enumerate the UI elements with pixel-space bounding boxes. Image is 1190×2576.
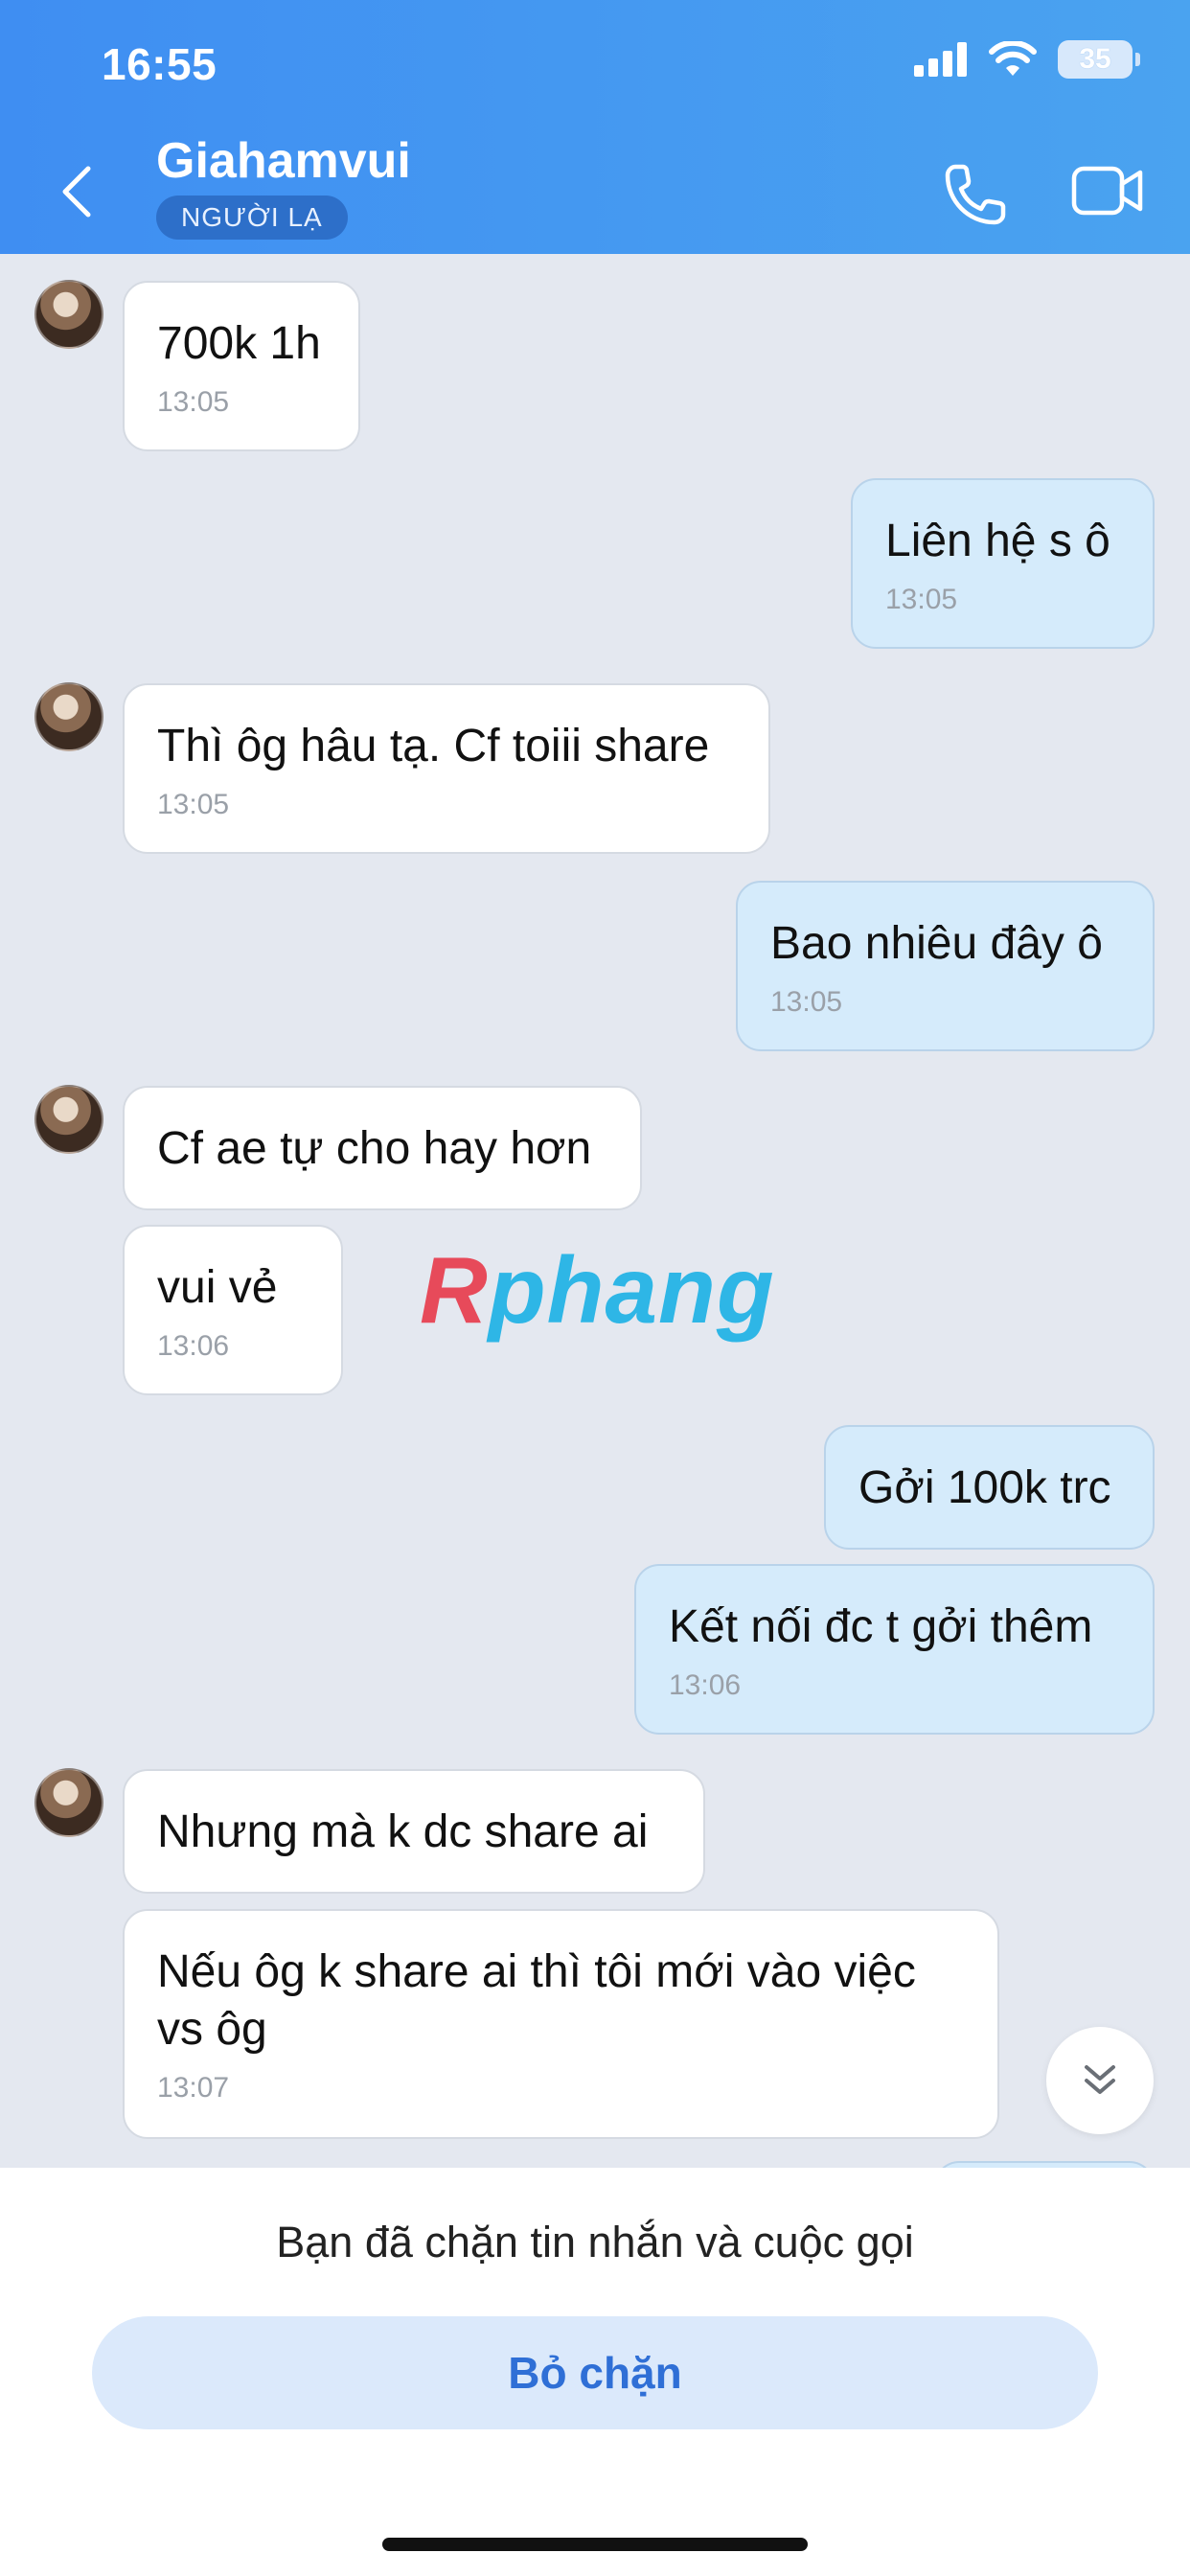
message-incoming[interactable]: vui vẻ 13:06	[123, 1225, 343, 1395]
message-outgoing[interactable]: Gởi 100k trc	[824, 1425, 1155, 1550]
message-list[interactable]: 700k 1h 13:05 Liên hệ s ô 13:05 Thì ôg h…	[0, 254, 1190, 2168]
message-text: vui vẻ	[157, 1262, 278, 1313]
video-camera-icon	[1071, 166, 1143, 216]
phone-icon	[945, 164, 1006, 225]
status-icons: 35	[914, 40, 1140, 79]
message-incoming[interactable]: Thì ôg hâu tạ. Cf toiii share 13:05	[123, 683, 770, 854]
message-outgoing[interactable]: Liên hệ s ô 13:05	[851, 478, 1155, 649]
signal-icon	[914, 42, 967, 77]
message-outgoing[interactable]: Kết nối đc t gởi thêm 13:06	[634, 1564, 1155, 1735]
blocked-notice: Bạn đã chặn tin nhắn và cuộc gọi	[276, 2218, 914, 2266]
message-time: 13:07	[157, 2072, 230, 2104]
watermark-letter: R	[420, 1237, 489, 1343]
watermark-text: phang	[488, 1237, 775, 1343]
watermark: Rphang	[420, 1236, 775, 1345]
message-text: Kết nối đc t gởi thêm	[669, 1601, 1093, 1652]
message-time: 13:06	[157, 1330, 230, 1362]
message-text: Cf ae tự cho hay hơn	[157, 1123, 592, 1174]
status-time: 16:55	[102, 39, 217, 89]
message-incoming[interactable]: Nhưng mà k dc share ai	[123, 1769, 705, 1894]
avatar[interactable]	[34, 280, 103, 349]
message-text: Nhưng mà k dc share ai	[157, 1806, 649, 1857]
wifi-icon	[989, 41, 1037, 76]
chevron-double-down-icon	[1085, 2065, 1115, 2094]
message-time: 13:05	[770, 986, 843, 1018]
avatar[interactable]	[34, 682, 103, 751]
message-outgoing[interactable]: Bao nhiêu đây ô 13:05	[736, 881, 1155, 1051]
blocked-panel: Bạn đã chặn tin nhắn và cuộc gọi Bỏ chặn	[0, 2168, 1190, 2576]
message-text: Nếu ôg k share ai thì tôi mới vào việc v…	[157, 1946, 916, 2055]
avatar[interactable]	[34, 1768, 103, 1837]
stranger-badge: NGƯỜI LẠ	[156, 196, 348, 240]
voice-call-button[interactable]	[942, 161, 1009, 228]
scroll-to-bottom-button[interactable]	[1046, 2027, 1154, 2134]
message-text: 700k 1h	[157, 318, 321, 369]
message-text: Bao nhiêu đây ô	[770, 918, 1103, 969]
message-incoming[interactable]: Nếu ôg k share ai thì tôi mới vào việc v…	[123, 1909, 999, 2139]
contact-name[interactable]: Giahamvui	[156, 132, 411, 190]
message-incoming[interactable]: Cf ae tự cho hay hơn	[123, 1086, 642, 1210]
unblock-button[interactable]: Bỏ chặn	[92, 2316, 1098, 2429]
battery-icon: 35	[1058, 40, 1140, 79]
message-text: Thì ôg hâu tạ. Cf toiii share	[157, 721, 710, 771]
message-time: 13:05	[157, 789, 230, 820]
message-text: Gởi 100k trc	[858, 1462, 1111, 1513]
message-text: Liên hệ s ô	[885, 516, 1110, 566]
chat-header: 16:55 35 Giahamvui NGƯỜI LẠ	[0, 0, 1190, 254]
back-arrow-icon	[62, 166, 91, 218]
message-incoming[interactable]: 700k 1h 13:05	[123, 281, 360, 451]
home-indicator[interactable]	[382, 2538, 808, 2551]
message-time: 13:05	[885, 584, 958, 615]
back-button[interactable]	[59, 158, 107, 225]
message-time: 13:05	[157, 386, 230, 418]
message-time: 13:06	[669, 1669, 742, 1701]
avatar[interactable]	[34, 1085, 103, 1154]
battery-level: 35	[1079, 43, 1111, 75]
video-call-button[interactable]	[1071, 161, 1144, 220]
